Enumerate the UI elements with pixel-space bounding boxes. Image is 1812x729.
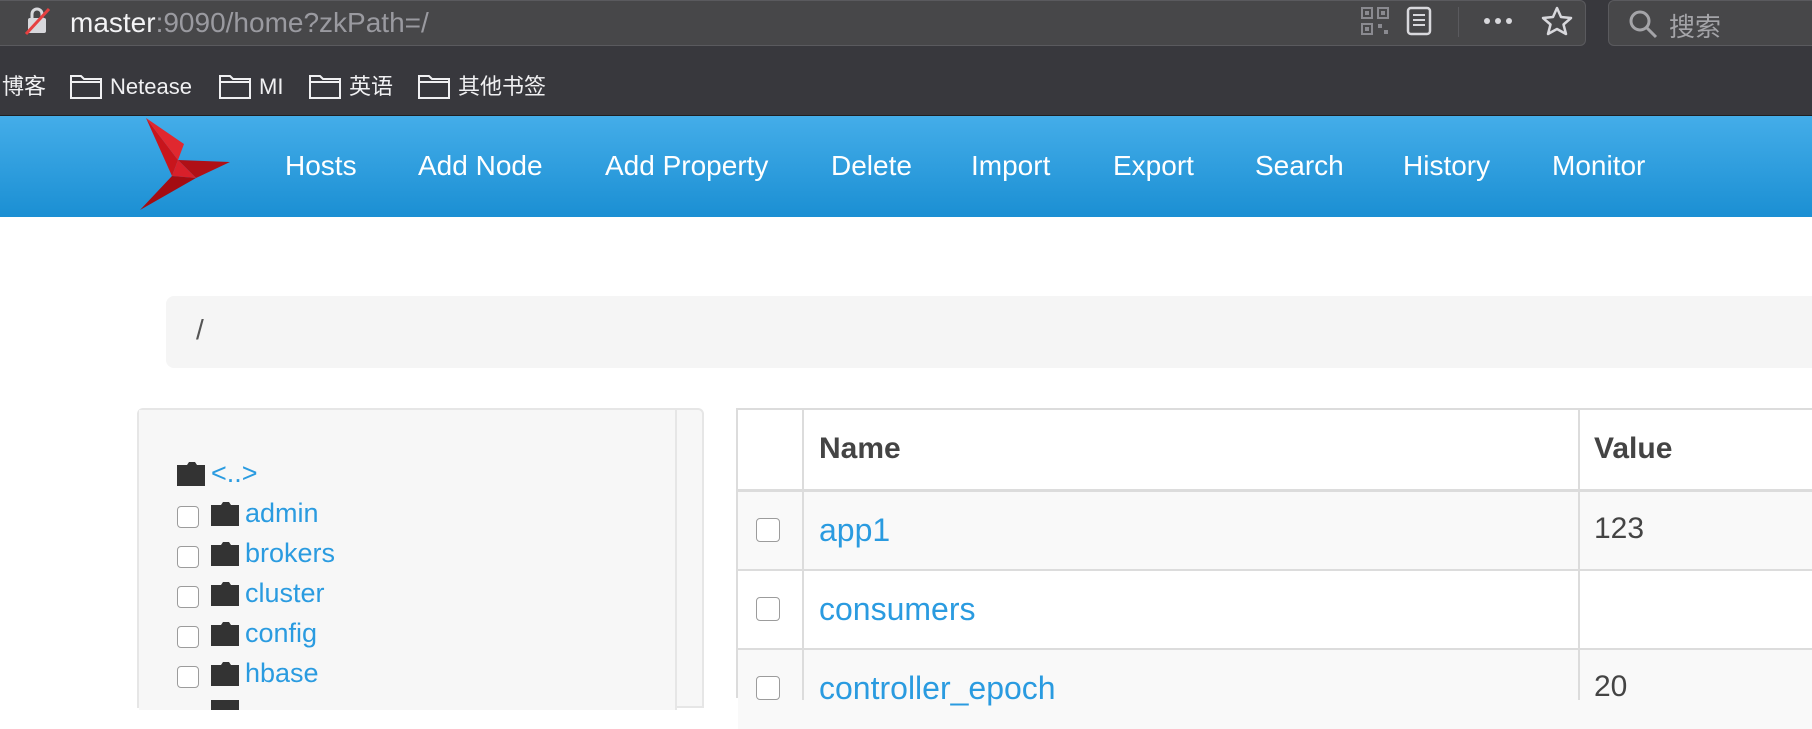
bookmark-blog[interactable]: 博客	[2, 72, 46, 102]
bookmark-label: MI	[259, 74, 284, 99]
tree-item-label: brokers	[245, 538, 336, 568]
column-divider	[802, 410, 804, 700]
bookmarks-bar: 博客 Netease MI 英语 其他书签	[0, 58, 1812, 116]
nav-add-property[interactable]: Add Property	[605, 148, 768, 184]
nav-add-node[interactable]: Add Node	[418, 148, 543, 184]
search-icon	[1629, 10, 1658, 39]
tree-item-label: admin	[245, 498, 319, 528]
tree-item-label: <..>	[211, 458, 258, 488]
bookmark-folder-netease[interactable]: Netease	[70, 72, 200, 102]
property-table: Name Value app1 123 consumers controller…	[736, 408, 1812, 729]
bookmark-folder-mi[interactable]: MI	[219, 72, 289, 102]
column-header-name[interactable]: Name	[819, 432, 901, 466]
reader-view-icon[interactable]	[1404, 5, 1434, 37]
folder-icon	[211, 582, 239, 606]
tree-item-label: cluster	[245, 578, 325, 608]
row-checkbox[interactable]	[756, 518, 780, 542]
insecure-lock-icon[interactable]	[22, 5, 54, 37]
browser-toolbar: master:9090/home?zkPath=/ 搜索	[0, 0, 1812, 58]
bookmark-label: 英语	[349, 74, 394, 99]
tree-item-label: config	[245, 618, 318, 648]
breadcrumb: /	[166, 296, 1812, 368]
row-name-link[interactable]: app1	[819, 512, 890, 549]
folder-icon	[309, 75, 341, 99]
nav-monitor[interactable]: Monitor	[1552, 148, 1645, 184]
row-name-link[interactable]: consumers	[819, 591, 976, 628]
bookmark-star-icon[interactable]	[1540, 5, 1574, 37]
table-row: app1 123	[738, 492, 1812, 571]
nav-import[interactable]: Import	[971, 148, 1050, 184]
node-tree-list[interactable]: <..> admin brokers cluster config hbase	[139, 410, 677, 710]
row-value: 123	[1594, 512, 1645, 545]
row-checkbox[interactable]	[756, 597, 780, 621]
tree-item-checkbox[interactable]	[177, 546, 199, 568]
column-divider	[1578, 410, 1580, 700]
url-text[interactable]: master:9090/home?zkPath=/	[70, 7, 429, 39]
tree-item-checkbox[interactable]	[177, 506, 199, 528]
nav-search[interactable]: Search	[1255, 148, 1344, 184]
row-value: 20	[1594, 670, 1628, 703]
folder-icon	[211, 542, 239, 566]
search-placeholder: 搜索	[1669, 12, 1722, 42]
separator	[1458, 7, 1459, 37]
nav-export[interactable]: Export	[1113, 148, 1194, 184]
row-checkbox[interactable]	[756, 676, 780, 700]
folder-icon	[211, 622, 239, 646]
tree-item-label: hbase	[245, 658, 319, 688]
qr-code-icon[interactable]	[1360, 5, 1390, 37]
tree-item-checkbox[interactable]	[177, 586, 199, 608]
nav-delete[interactable]: Delete	[831, 148, 912, 184]
folder-icon	[418, 75, 450, 99]
table-header: Name Value	[738, 410, 1812, 492]
table-row: consumers	[738, 571, 1812, 650]
url-bar[interactable]: master:9090/home?zkPath=/	[0, 0, 1586, 46]
breadcrumb-path[interactable]: /	[196, 314, 204, 346]
url-host: master	[70, 7, 156, 38]
bookmark-folder-other[interactable]: 其他书签	[418, 72, 558, 102]
table-row: controller_epoch 20	[738, 650, 1812, 729]
bookmark-label: 其他书签	[458, 74, 547, 99]
folder-icon	[211, 502, 239, 526]
node-tree-panel: <..> admin brokers cluster config hbase	[137, 408, 704, 710]
column-header-value[interactable]: Value	[1594, 432, 1672, 466]
bird-logo-icon[interactable]	[138, 116, 230, 212]
folder-icon	[177, 462, 205, 486]
nav-hosts[interactable]: Hosts	[285, 148, 357, 184]
folder-icon	[70, 75, 102, 99]
tree-item-checkbox[interactable]	[177, 626, 199, 648]
url-path: :9090/home?zkPath=/	[155, 7, 429, 38]
row-name-link[interactable]: controller_epoch	[819, 670, 1056, 707]
folder-icon	[211, 700, 239, 710]
bookmark-label: Netease	[110, 74, 192, 99]
bookmark-folder-english[interactable]: 英语	[309, 72, 399, 102]
browser-search-box[interactable]: 搜索	[1608, 0, 1812, 46]
more-actions-icon[interactable]	[1480, 5, 1516, 37]
tree-item-checkbox[interactable]	[177, 666, 199, 688]
folder-icon	[211, 662, 239, 686]
nav-history[interactable]: History	[1403, 148, 1490, 184]
folder-icon	[219, 75, 251, 99]
bookmark-label: 博客	[2, 74, 47, 99]
